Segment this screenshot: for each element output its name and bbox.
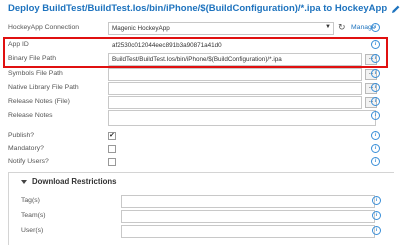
collapse-triangle-icon [21, 179, 27, 184]
native-lib-field[interactable] [108, 82, 362, 95]
info-icon[interactable]: i [371, 23, 380, 32]
release-notes-file-label: Release Notes (File) [8, 98, 70, 105]
task-title: Deploy BuildTest/BuildTest.Ios/bin/iPhon… [8, 3, 400, 14]
pencil-icon[interactable] [391, 4, 400, 14]
connection-label: HockeyApp Connection [8, 24, 80, 31]
teams-field[interactable] [121, 210, 375, 223]
release-notes-file-row: Release Notes (File) ... i [8, 96, 394, 111]
connection-row: HockeyApp Connection Magenic HockeyApp ▼… [8, 22, 394, 37]
teams-row: Team(s) i [9, 210, 394, 225]
task-title-text: Deploy BuildTest/BuildTest.Ios/bin/iPhon… [8, 3, 388, 14]
teams-label: Team(s) [21, 212, 46, 219]
info-icon[interactable]: i [371, 144, 380, 153]
mandatory-checkbox[interactable] [108, 145, 116, 153]
chevron-down-icon: ▼ [325, 24, 331, 30]
highlight-box [3, 37, 388, 68]
info-icon[interactable]: i [371, 157, 380, 166]
info-icon[interactable]: i [371, 69, 380, 78]
info-icon[interactable]: i [372, 196, 381, 205]
release-notes-field[interactable] [108, 110, 376, 126]
info-icon[interactable]: i [372, 211, 381, 220]
native-lib-row: Native Library File Path ... i [8, 82, 394, 97]
native-lib-label: Native Library File Path [8, 84, 79, 91]
users-field[interactable] [121, 225, 375, 238]
notify-row: Notify Users? i [8, 156, 394, 171]
release-notes-file-field[interactable] [108, 96, 362, 109]
release-notes-row: Release Notes i [8, 110, 394, 128]
download-restrictions-title: Download Restrictions [32, 177, 117, 186]
info-icon[interactable]: i [371, 97, 380, 106]
users-label: User(s) [21, 227, 44, 234]
connection-value: Magenic HockeyApp [112, 25, 170, 32]
symbols-path-row: Symbols File Path ... i [8, 68, 394, 83]
notify-label: Notify Users? [8, 158, 49, 165]
symbols-path-field[interactable] [108, 68, 362, 81]
info-icon[interactable]: i [372, 226, 381, 235]
release-notes-label: Release Notes [8, 112, 53, 119]
symbols-path-label: Symbols File Path [8, 70, 63, 77]
info-icon[interactable]: i [371, 83, 380, 92]
tags-field[interactable] [121, 195, 375, 208]
publish-checkbox[interactable]: ✔ [108, 132, 116, 140]
download-restrictions-section: Download Restrictions Tag(s) i Team(s) i… [8, 172, 394, 245]
info-icon[interactable]: i [371, 111, 380, 120]
notify-checkbox[interactable] [108, 158, 116, 166]
info-icon[interactable]: i [371, 131, 380, 140]
refresh-icon[interactable]: ↻ [338, 22, 346, 33]
connection-select[interactable]: Magenic HockeyApp ▼ [108, 22, 334, 35]
tags-label: Tag(s) [21, 197, 40, 204]
download-restrictions-header[interactable]: Download Restrictions [21, 177, 116, 186]
mandatory-label: Mandatory? [8, 145, 44, 152]
users-row: User(s) i [9, 225, 394, 240]
publish-label: Publish? [8, 132, 35, 139]
tags-row: Tag(s) i [9, 195, 394, 210]
